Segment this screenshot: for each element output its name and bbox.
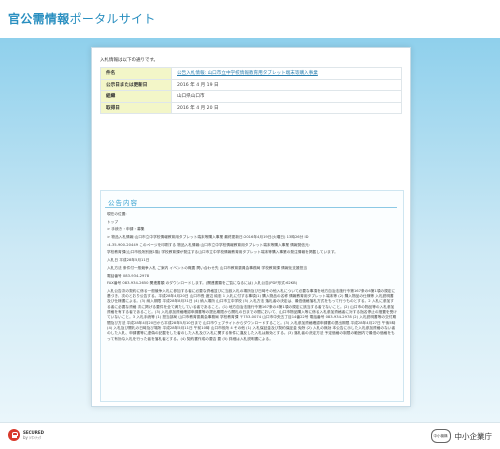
site-header: 官公需情報ポータルサイト [0,0,500,38]
site-title-main[interactable]: 官公需情報 [8,12,70,26]
brand-logo-icon: 中小機構 [430,429,451,443]
info-table: 件名 公告入札情報: 山口市立中学校情報教育用タブレット端末等購入事業 公示日ま… [100,67,402,114]
site-title[interactable]: 官公需情報ポータルサイト [8,10,156,27]
table-row: 組織 山口県山口市 [100,90,402,103]
lock-icon [8,429,20,441]
table-row: 取得日 2016 年 4 月 20 日 [100,101,402,114]
row-value-subject: 公告入札情報: 山口市立中学校情報教育用タブレット端末等購入事業 [171,67,402,80]
notice-body: 現在の位置: トップ > 手続き・申請・募集 > 物品入札情報:山口市立中学校情… [107,212,397,398]
table-row: 件名 公告入札情報: 山口市立中学校情報教育用タブレット端末等購入事業 [100,67,402,80]
notice-paragraph: :4-35-900-20449 このページを印刷する 物品入札情報:山口市立中学… [107,242,310,247]
notice-paragraph: 電話番号 083-934-2978 [107,273,150,278]
brand-logo-area[interactable]: 中小機構 中小企業庁 [430,429,493,443]
row-label-subject: 件名 [100,67,172,80]
notice-paragraph: 現在の位置: [107,212,127,216]
row-value-date: 2016 年 4 月 19 日 [171,78,402,91]
row-value-retrieved: 2016 年 4 月 20 日 [171,101,402,114]
notice-divider [105,207,397,208]
notice-paragraph: > 手続き・申請・募集 [107,227,145,232]
site-footer: SECURED by ｼﾏﾝﾃｯｸ 中小機構 中小企業庁 [0,422,500,449]
notice-paragraph: 入札日 平成28年5月11日 [107,258,150,263]
brand-name: 中小企業庁 [454,431,493,441]
row-label-organization: 組織 [100,90,172,103]
notice-paragraph: > 物品入札情報:山口市立中学校情報教育用タブレット端末等購入事業 最終更新日:… [107,235,309,240]
notice-paragraph: FAX番号 083-934-2650 関連書類 のダウンロードします。(関連書類… [107,281,298,286]
row-value-organization: 山口県山口市 [171,90,402,103]
site-title-sub[interactable]: ポータルサイト [70,12,156,26]
secured-badge[interactable]: SECURED by ｼﾏﾝﾃｯｸ [8,426,44,444]
notice-paragraph: 入札公告次の契約に係る一般競争入札に参加する者に必要な資格並びに当該入札の場所及… [107,288,397,341]
notice-paragraph: 学校教育課(山口市役所別館1階) 学校教育課が発注する山口市立中学校情報教育用タ… [107,250,338,255]
notice-paragraph: 入札方法 条件付一般競争入札 ご案内 イベントの概要 問い合わせ先 山口市教育委… [107,265,307,270]
row-label-date: 公示日または更新日 [100,78,172,91]
notice-box: 公告内容 現在の位置: トップ > 手続き・申請・募集 > 物品入札情報:山口市… [100,190,404,402]
secured-line2: by ｼﾏﾝﾃｯｸ [23,435,42,440]
notice-paragraph: トップ [107,219,119,224]
subject-link[interactable]: 公告入札情報: 山口市立中学校情報教育用タブレット端末等購入事業 [177,71,318,76]
table-row: 公示日または更新日 2016 年 4 月 19 日 [100,78,402,91]
content-card: 入札情報は以下の通りです。 件名 公告入札情報: 山口市立中学校情報教育用タブレ… [91,47,411,407]
row-label-retrieved: 取得日 [100,101,172,114]
secured-badge-text: SECURED by ｼﾏﾝﾃｯｸ [23,430,44,440]
notice-title: 公告内容 [108,199,138,207]
intro-text: 入札情報は以下の通りです。 [100,58,159,63]
